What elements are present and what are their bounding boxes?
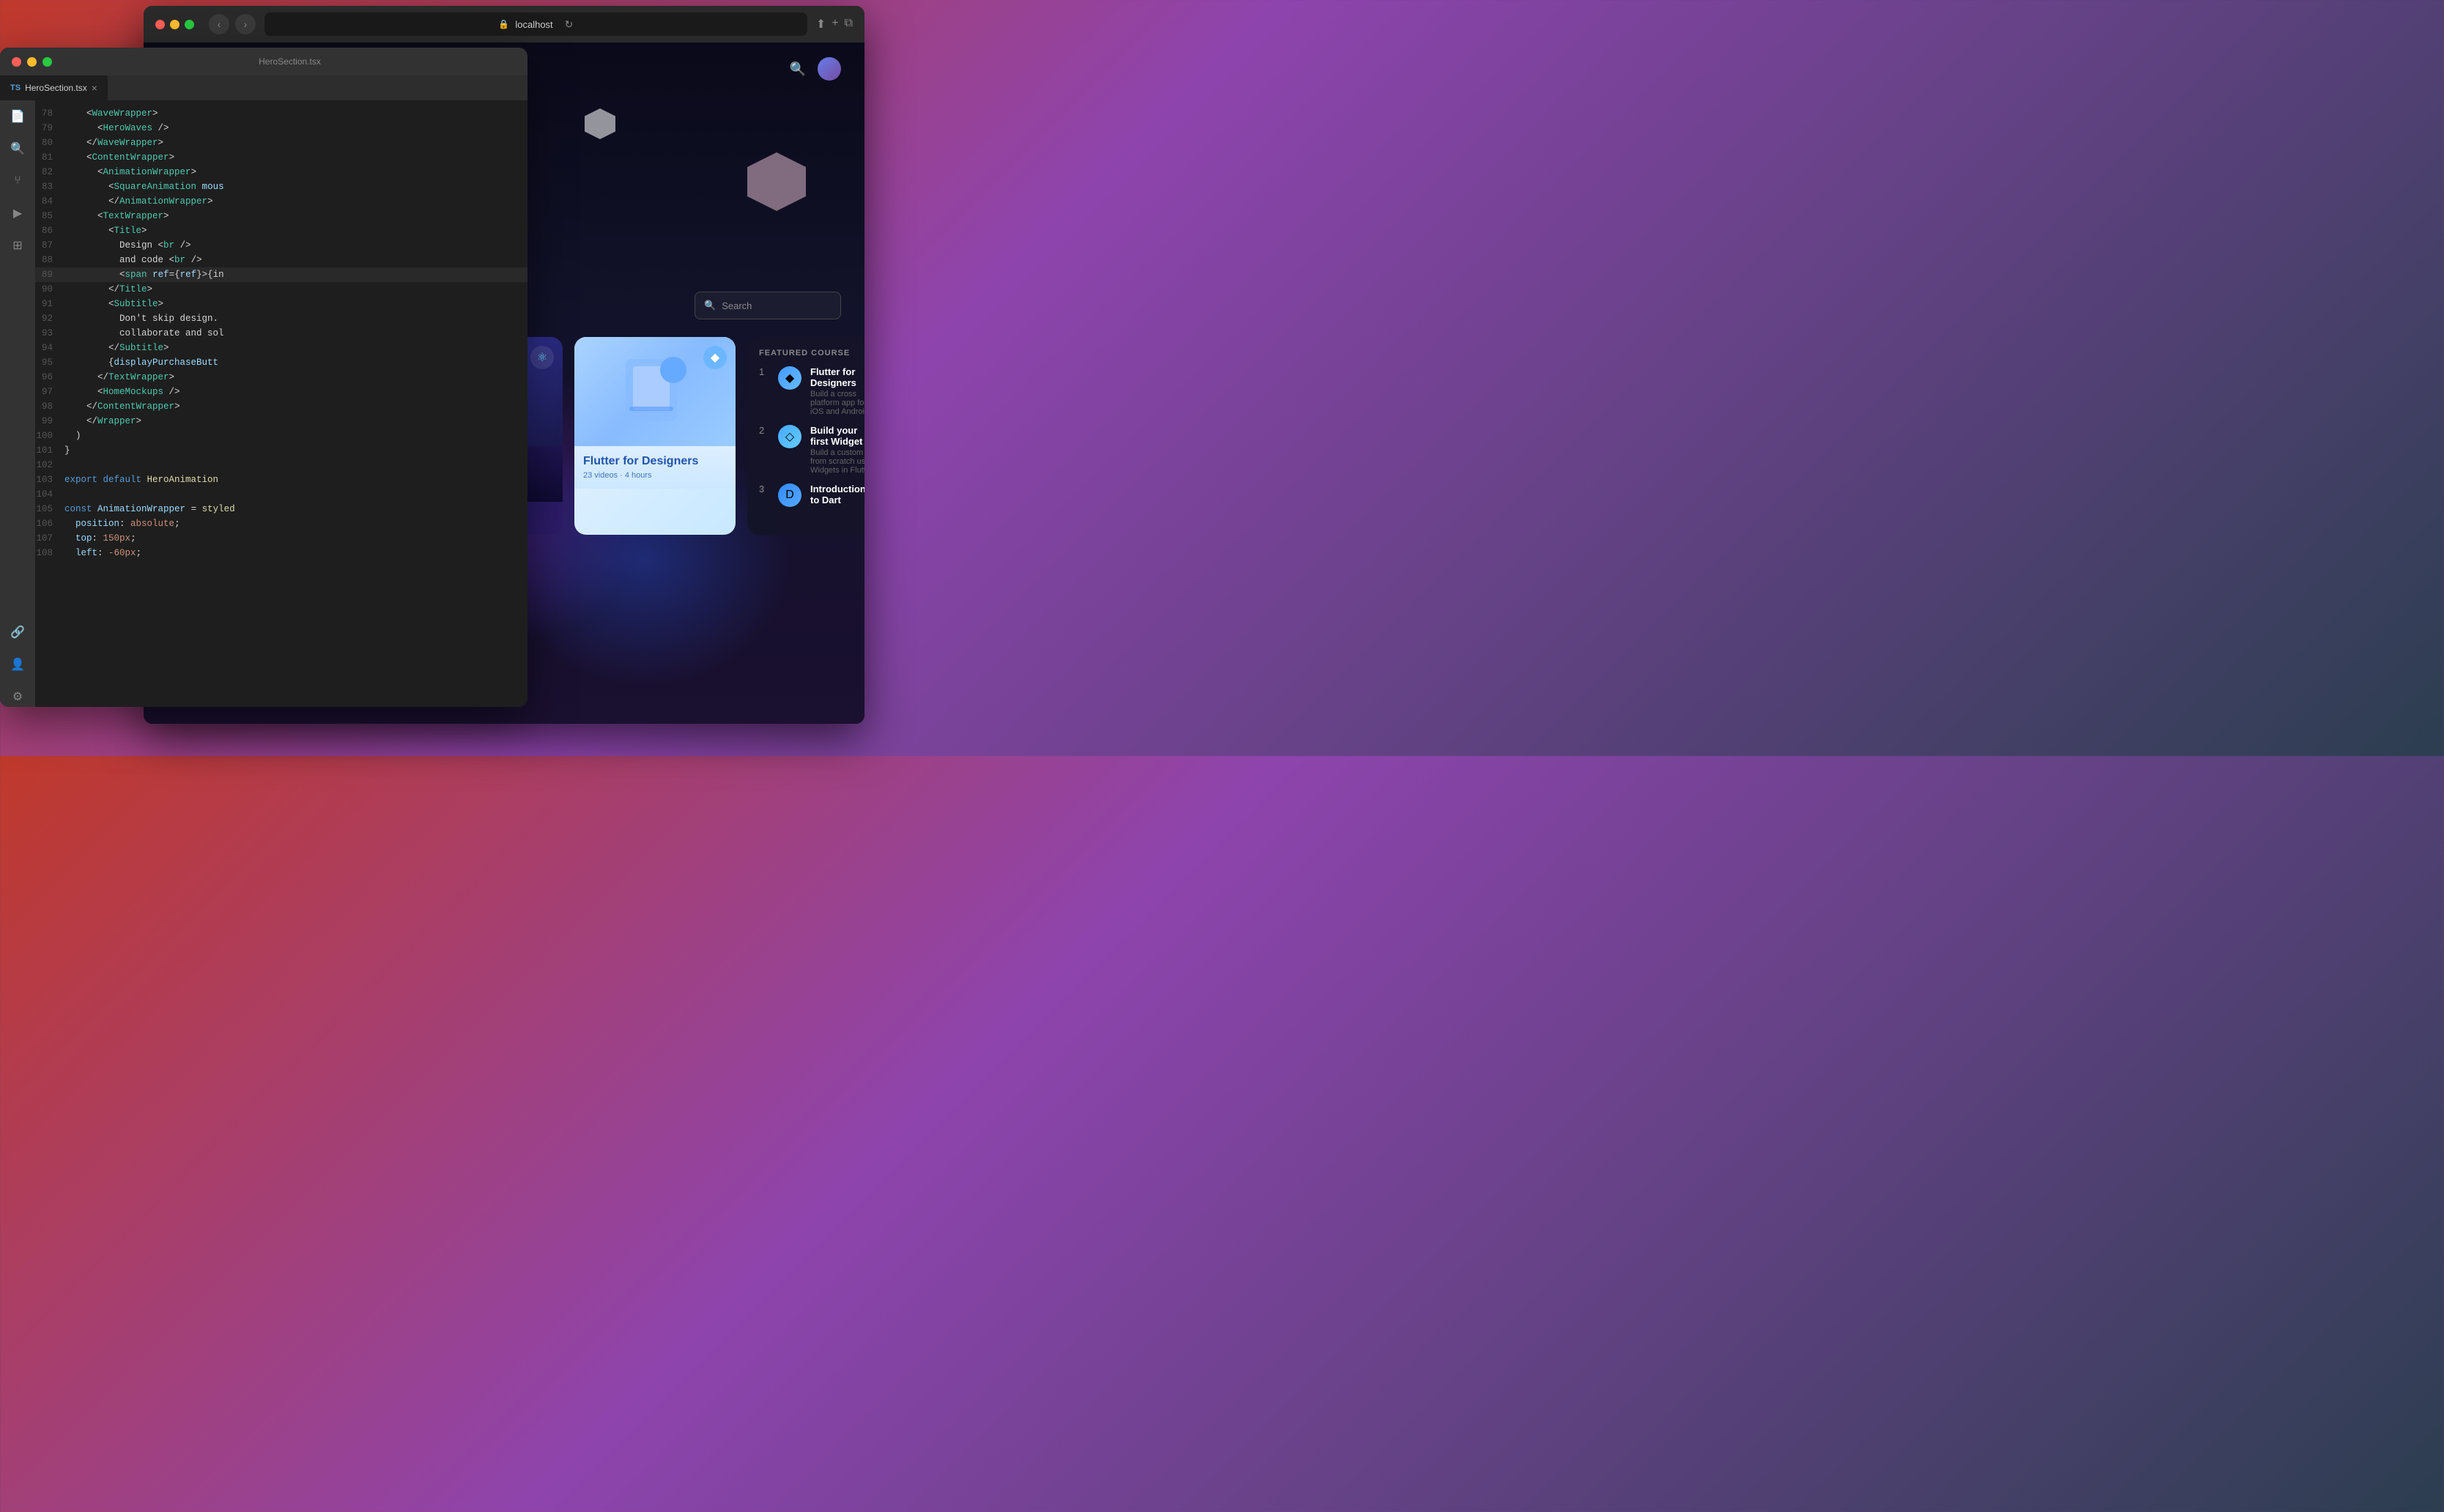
reload-icon[interactable]: ↻ (565, 18, 574, 31)
flutter-illustration (611, 352, 699, 432)
fl-info-3: Introduction to Dart 9:5× (810, 483, 864, 505)
tab-area: TS HeroSection.tsx × (0, 75, 527, 100)
code-line: 89 <span ref={ref}>{in (35, 267, 527, 282)
code-line: 107 top: 150px; (35, 531, 527, 546)
code-line: 90 </Title> (35, 282, 527, 297)
code-line: 85 <TextWrapper> (35, 209, 527, 223)
code-line: 103 export default HeroAnimation (35, 472, 527, 487)
editor-body: 📄 🔍 ⑂ ▶ ⊞ 🔗 👤 ⚙ 78 <WaveWrapper> 79 <Her… (0, 100, 527, 707)
browser-minimize-button[interactable] (170, 20, 179, 29)
active-tab[interactable]: TS HeroSection.tsx × (0, 75, 108, 100)
browser-action-buttons: ⬆ + ⧉ (816, 17, 853, 32)
nav-actions: 🔍 (790, 57, 841, 81)
code-line: 94 </Subtitle> (35, 341, 527, 355)
flutter-card-meta: 23 videos · 4 hours (583, 471, 727, 480)
code-line: 97 <HomeMockups /> (35, 385, 527, 399)
flutter-video-card[interactable]: ◆ Flutter for Designers 23 videos · 4 ho… (574, 337, 736, 535)
fl-number-3: 3 (759, 483, 769, 494)
code-line: 82 <AnimationWrapper> (35, 165, 527, 179)
minimize-button[interactable] (27, 57, 37, 67)
fl-title-1: Flutter for Designers (810, 366, 864, 388)
browser-nav-buttons: ‹ › (209, 14, 256, 34)
explorer-icon[interactable]: 📄 (7, 106, 28, 127)
code-line: 79 <HeroWaves /> (35, 121, 527, 136)
code-line: 81 <ContentWrapper> (35, 150, 527, 165)
source-control-icon[interactable]: ⑂ (7, 171, 28, 191)
fl-desc-2: Build a custom UI from scratch using Wid… (810, 448, 864, 475)
fl-icon-3: D (778, 483, 801, 507)
code-line: 93 collaborate and sol (35, 326, 527, 341)
video-tech-icon: ⚛ (530, 346, 554, 369)
activity-bar: 📄 🔍 ⑂ ▶ ⊞ 🔗 👤 ⚙ (0, 100, 35, 707)
code-line: 106 position: absolute; (35, 516, 527, 531)
address-bar[interactable]: 🔒 localhost ↻ (264, 12, 807, 36)
flutter-tech-icon: ◆ (703, 346, 727, 369)
flutter-card-info: Flutter for Designers 23 videos · 4 hour… (574, 446, 736, 489)
fl-number-2: 2 (759, 425, 769, 436)
search-icon[interactable]: 🔍 (7, 138, 28, 159)
tab-filename: HeroSection.tsx (25, 83, 87, 93)
code-line: 83 <SquareAnimation mous (35, 179, 527, 194)
code-line: 78 <WaveWrapper> (35, 106, 527, 121)
code-line: 101 } (35, 443, 527, 458)
close-button[interactable] (12, 57, 21, 67)
code-line: 104 (35, 487, 527, 502)
tabs-overview-icon[interactable]: ⧉ (845, 17, 853, 32)
extensions-icon[interactable]: ⊞ (7, 235, 28, 256)
code-line: 98 </ContentWrapper> (35, 399, 527, 414)
share-icon[interactable]: ⬆ (816, 17, 826, 32)
featured-item-2[interactable]: 2 ◇ Build your first Widget 11:× Build a… (759, 425, 864, 475)
browser-maximize-button[interactable] (185, 20, 194, 29)
featured-section-title: FEATURED COURSE (759, 349, 864, 357)
browser-traffic-lights (155, 20, 194, 29)
vscode-titlebar: HeroSection.tsx (0, 48, 527, 75)
code-line: 84 </AnimationWrapper> (35, 194, 527, 209)
code-line: 102 (35, 458, 527, 472)
featured-item-1[interactable]: 1 ◆ Flutter for Designers 12:× Build a c… (759, 366, 864, 416)
code-line: 95 {displayPurchaseButt (35, 355, 527, 370)
ts-icon: TS (10, 84, 21, 92)
fl-title-3: Introduction to Dart (810, 483, 864, 505)
tab-close-icon[interactable]: × (92, 82, 97, 94)
featured-item-3[interactable]: 3 D Introduction to Dart 9:5× (759, 483, 864, 507)
remote-icon[interactable]: 🔗 (7, 622, 28, 642)
code-line: 88 and code <br /> (35, 253, 527, 267)
settings-icon[interactable]: ⚙ (7, 686, 28, 707)
lock-icon: 🔒 (498, 19, 509, 29)
code-line: 91 <Subtitle> (35, 297, 527, 311)
user-avatar[interactable] (818, 57, 841, 81)
code-line: 99 </Wrapper> (35, 414, 527, 429)
code-line: 108 left: -60px; (35, 546, 527, 560)
browser-titlebar: ‹ › 🔒 localhost ↻ ⬆ + ⧉ (144, 6, 864, 42)
vscode-editor-window: HeroSection.tsx TS HeroSection.tsx × 📄 🔍… (0, 48, 527, 707)
code-line: 86 <Title> (35, 223, 527, 238)
fl-desc-1: Build a cross platform app for iOS and A… (810, 390, 864, 416)
maximize-button[interactable] (42, 57, 52, 67)
flutter-card-title: Flutter for Designers (583, 455, 727, 468)
url-text: localhost (515, 19, 552, 30)
debug-icon[interactable]: ▶ (7, 203, 28, 223)
nav-search-icon[interactable]: 🔍 (790, 62, 806, 77)
code-line: 80 </WaveWrapper> (35, 136, 527, 150)
flutter-card-image: ◆ (574, 337, 736, 446)
code-line: 105 const AnimationWrapper = styled (35, 502, 527, 516)
fl-icon-1: ◆ (778, 366, 801, 390)
editor-filename: HeroSection.tsx (64, 56, 516, 67)
code-line: 92 Don't skip design. (35, 311, 527, 326)
fl-info-1: Flutter for Designers 12:× Build a cross… (810, 366, 864, 416)
back-button[interactable]: ‹ (209, 14, 229, 34)
featured-course-list: FEATURED COURSE 1 ◆ Flutter for Designer… (747, 337, 864, 535)
fl-title-2: Build your first Widget (810, 425, 864, 447)
code-line: 87 Design <br /> (35, 238, 527, 253)
browser-close-button[interactable] (155, 20, 165, 29)
code-line: 96 </TextWrapper> (35, 370, 527, 385)
fl-icon-2: ◇ (778, 425, 801, 448)
fl-info-2: Build your first Widget 11:× Build a cus… (810, 425, 864, 475)
fl-number-1: 1 (759, 366, 769, 377)
code-editor[interactable]: 78 <WaveWrapper> 79 <HeroWaves /> 80 </W… (35, 100, 527, 707)
forward-button[interactable]: › (235, 14, 256, 34)
account-icon[interactable]: 👤 (7, 654, 28, 675)
code-line: 100 ) (35, 429, 527, 443)
new-tab-icon[interactable]: + (832, 17, 838, 32)
